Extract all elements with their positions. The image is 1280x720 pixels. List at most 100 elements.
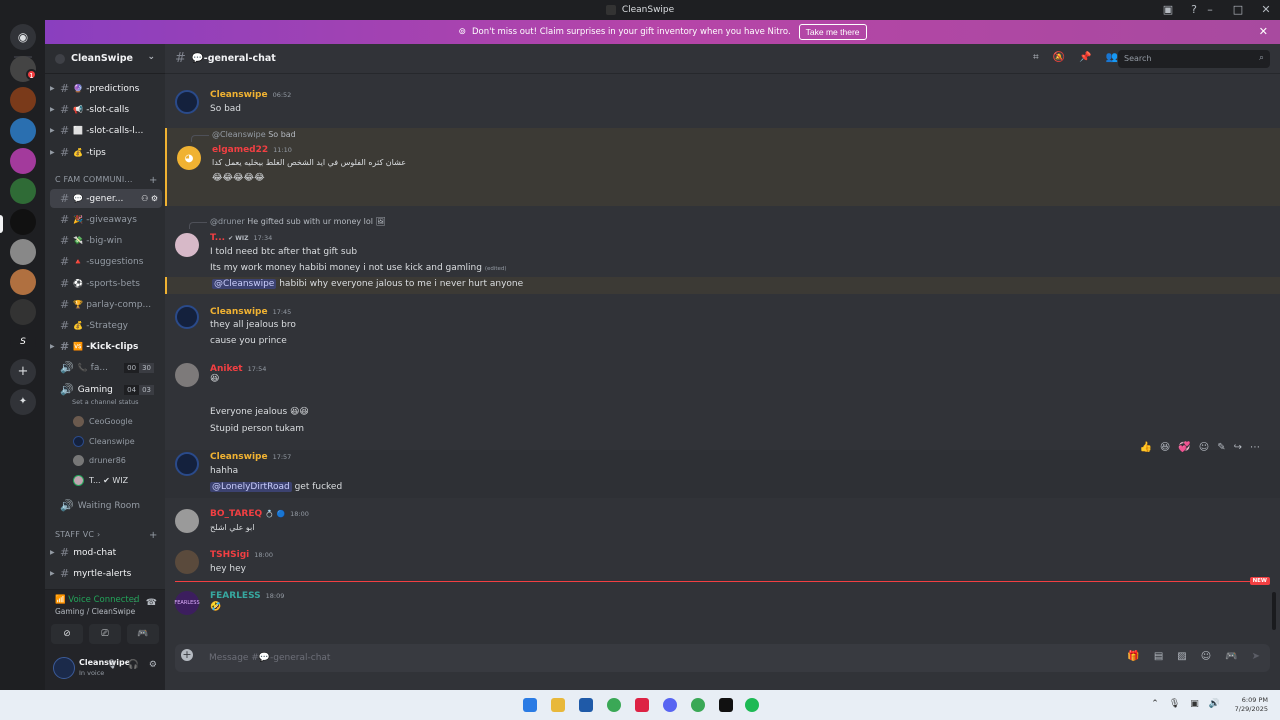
voice-location[interactable]: Gaming / CleanSwipe (55, 607, 135, 616)
voice-connected-status[interactable]: 📶 Voice Connected (55, 595, 139, 605)
message-author[interactable]: Cleanswipe 17:57 (210, 452, 291, 462)
spotify-icon[interactable] (745, 698, 759, 712)
avatar[interactable] (175, 233, 199, 257)
threads-icon[interactable]: ⌗ (1033, 52, 1039, 63)
message-author[interactable]: TSHSigi 18:00 (210, 550, 273, 560)
microphone-icon[interactable]: 🎙 (106, 660, 117, 670)
reply-icon[interactable]: ↪ (1234, 442, 1242, 453)
more-icon[interactable]: ⋯ (1250, 442, 1260, 453)
avatar[interactable] (53, 657, 75, 679)
avatar[interactable] (175, 90, 199, 114)
server-icon[interactable] (10, 118, 36, 144)
channel-item[interactable]: # 💸 -big-win (50, 231, 162, 250)
channel-item[interactable]: # 🎉 -giveaways (50, 210, 162, 229)
start-menu-icon[interactable] (523, 698, 537, 712)
message[interactable]: Cleanswipe 06:52 So bad (165, 88, 1280, 120)
add-reaction-icon[interactable]: ☺ (1199, 442, 1209, 453)
headphones-icon[interactable]: 🎧 (128, 660, 139, 670)
activity-button[interactable]: 🎮 (127, 624, 159, 644)
channel-item[interactable]: ▶ # 🆚 -Kick-clips (50, 337, 162, 356)
app-icon[interactable] (719, 698, 733, 712)
discord-home-icon[interactable]: ◉ (10, 24, 36, 50)
discord-taskbar-icon[interactable] (663, 698, 677, 712)
user-mention[interactable]: @Cleanswipe (212, 279, 277, 289)
voice-channel-waiting-room[interactable]: 🔊 Waiting Room (50, 496, 162, 515)
sticker-icon[interactable]: ▨ (1177, 651, 1186, 662)
screen-share-button[interactable]: ⎚ (89, 624, 121, 644)
app-icon[interactable] (635, 698, 649, 712)
channel-item[interactable]: # 💰 -Strategy (50, 316, 162, 335)
take-me-there-button[interactable]: Take me there (798, 24, 867, 40)
inbox-icon[interactable]: ▣ (1162, 3, 1174, 16)
channel-item[interactable]: ▶ # ⬜ -slot-calls-l... (50, 121, 162, 140)
server-icon[interactable] (10, 299, 36, 325)
avatar[interactable]: FEARLESS (174, 591, 200, 615)
thumbs-up-reaction-icon[interactable]: 👍 (1139, 442, 1151, 453)
file-explorer-icon[interactable] (551, 698, 565, 712)
voice-user[interactable]: druner86 (73, 455, 126, 466)
message[interactable]: Aniket 17:54 😆 Everyone jealous 😆😆 Stupid… (165, 361, 1280, 439)
message-input[interactable]: Message #💬-general-chat (209, 653, 330, 663)
app-icon[interactable] (579, 698, 593, 712)
gift-icon[interactable]: 🎁 (1127, 651, 1139, 662)
message-author[interactable]: elgamed22 11:10 (212, 145, 292, 155)
upload-plus-icon[interactable]: + (181, 649, 193, 661)
add-channel-icon[interactable]: + (149, 530, 158, 541)
message-composer[interactable]: + Message #💬-general-chat 🎁 ▤ ▨ ☺ 🎮 ➤ (175, 644, 1270, 672)
avatar[interactable] (175, 452, 199, 476)
user-mention[interactable]: @LonelyDirtRoad (210, 482, 292, 492)
reply-preview[interactable]: @Cleanswipe So bad (212, 130, 296, 139)
pin-icon[interactable]: 📌 (1079, 52, 1091, 63)
help-icon[interactable]: ? (1188, 3, 1200, 16)
camera-off-button[interactable]: ⊘ (51, 624, 83, 644)
stake-server-icon[interactable]: S (10, 329, 36, 355)
server-icon[interactable] (10, 148, 36, 174)
avatar[interactable] (175, 305, 199, 329)
send-icon[interactable]: ➤ (1252, 651, 1260, 662)
clock[interactable]: 6:09 PM 7/29/2025 (1235, 696, 1268, 714)
member-list-icon[interactable]: 👥 (1106, 52, 1118, 63)
laugh-reaction-icon[interactable]: 😆 (1160, 442, 1170, 453)
voice-user[interactable]: T... ✔ WIZ (73, 475, 128, 486)
reply-preview[interactable]: @druner He gifted sub with ur money lol … (210, 217, 386, 226)
voice-channel-item[interactable]: 🔊 📞 fa... 00 30 (50, 358, 162, 377)
invite-settings-icon[interactable]: ⚇ ⚙ (141, 194, 158, 203)
message-mention-line[interactable]: @Cleanswipe habibi why everyone jalous t… (165, 277, 1280, 294)
server-icon[interactable] (10, 239, 36, 265)
channel-item[interactable]: # 🏆 parlay-comp... (50, 295, 162, 314)
channel-item[interactable]: # ⚽ -sports-bets (50, 274, 162, 293)
close-window-icon[interactable]: ✕ (1260, 3, 1272, 16)
message-author[interactable]: FEARLESS 18:09 (210, 591, 284, 601)
avatar[interactable] (175, 509, 199, 533)
network-icon[interactable]: ▣ (1190, 699, 1199, 709)
add-channel-icon[interactable]: + (149, 175, 158, 186)
message-author[interactable]: T... ✔ WIZ 17:34 (210, 233, 272, 243)
tray-chevron-icon[interactable]: ⌃ (1151, 699, 1159, 709)
server-header[interactable]: CleanSwipe ⌄ (45, 44, 165, 74)
message-author[interactable]: Cleanswipe 17:45 (210, 307, 291, 317)
scrollbar[interactable] (1272, 592, 1276, 630)
channel-item[interactable]: # 🔺 -suggestions (50, 252, 162, 271)
user-panel[interactable]: Cleanswipe In voice 🎙 🎧 ⚙ (45, 650, 165, 690)
edit-icon[interactable]: ✎ (1217, 442, 1225, 453)
voice-channel-gaming[interactable]: 🔊 Gaming 04 03 (50, 380, 162, 399)
emoji-picker-icon[interactable]: ☺ (1201, 651, 1211, 662)
server-icon-active[interactable] (10, 209, 36, 235)
category-staff[interactable]: STAFF VC › + (55, 530, 157, 541)
heart-reaction-icon[interactable]: 💞 (1178, 442, 1190, 453)
channel-item[interactable]: ▶ # 🔮 -predictions (50, 79, 162, 98)
disconnect-icon[interactable]: ☎ (146, 598, 157, 608)
chrome-icon[interactable] (607, 698, 621, 712)
server-icon[interactable] (10, 178, 36, 204)
message-author[interactable]: BO_TAREQ 💍 🔵 18:00 (210, 509, 309, 519)
maximize-icon[interactable]: □ (1232, 3, 1244, 16)
message[interactable]: FEARLESS FEARLESS 18:09 🤣 (165, 589, 1280, 634)
discover-icon[interactable]: ✦ (10, 389, 36, 415)
message[interactable]: @Cleanswipe So bad ◕ elgamed22 11:10 عشان… (165, 128, 1280, 206)
close-banner-icon[interactable]: ✕ (1259, 25, 1268, 38)
message[interactable]: BO_TAREQ 💍 🔵 18:00 ابو علي اشلح (165, 507, 1280, 539)
avatar[interactable] (175, 363, 199, 387)
volume-icon[interactable]: 🔊 (1209, 699, 1220, 709)
server-icon[interactable] (10, 87, 36, 113)
channel-item[interactable]: ▶ # mod-chat (50, 543, 162, 562)
